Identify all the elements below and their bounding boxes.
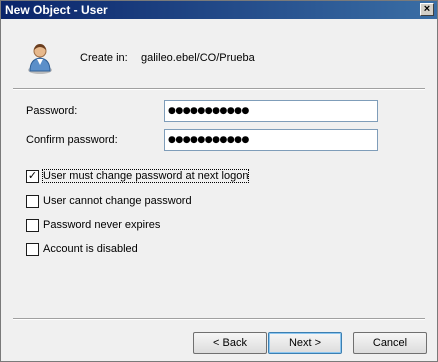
bottom-divider bbox=[13, 318, 425, 320]
container-path: galileo.ebel/CO/Prueba bbox=[141, 52, 255, 64]
window-title: New Object - User bbox=[5, 3, 108, 17]
title-bar[interactable]: New Object - User × bbox=[1, 1, 437, 19]
next-button[interactable]: Next > bbox=[268, 332, 342, 354]
cannot-change-password-label[interactable]: User cannot change password bbox=[43, 195, 192, 207]
create-in-label: Create in: bbox=[80, 52, 128, 64]
user-icon bbox=[28, 44, 52, 74]
top-divider bbox=[13, 88, 425, 90]
close-icon: × bbox=[423, 3, 431, 15]
back-button[interactable]: < Back bbox=[193, 332, 267, 354]
account-disabled-label[interactable]: Account is disabled bbox=[43, 243, 138, 255]
check-icon: ✓ bbox=[27, 170, 38, 182]
password-never-expires-checkbox[interactable] bbox=[26, 219, 39, 232]
must-change-password-checkbox[interactable]: ✓ bbox=[26, 170, 39, 183]
password-field[interactable]: ●●●●●●●●●●● bbox=[164, 100, 378, 122]
must-change-password-label[interactable]: User must change password at next logon bbox=[41, 169, 250, 183]
password-never-expires-label[interactable]: Password never expires bbox=[43, 219, 160, 231]
cannot-change-password-checkbox[interactable] bbox=[26, 195, 39, 208]
new-user-dialog: New Object - User × Create in: galileo.e… bbox=[0, 0, 438, 362]
account-disabled-checkbox[interactable] bbox=[26, 243, 39, 256]
password-label: Password: bbox=[26, 105, 78, 117]
confirm-password-label: Confirm password: bbox=[26, 134, 118, 146]
confirm-password-field[interactable]: ●●●●●●●●●●● bbox=[164, 129, 378, 151]
close-button[interactable]: × bbox=[420, 3, 434, 16]
cancel-button[interactable]: Cancel bbox=[353, 332, 427, 354]
